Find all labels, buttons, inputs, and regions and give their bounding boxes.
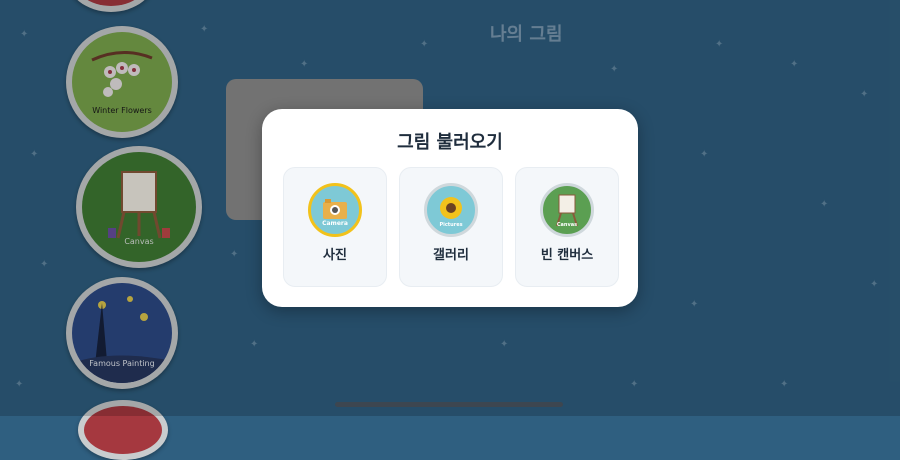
gallery-option-button[interactable]: Pictures 갤러리 xyxy=(399,167,503,287)
sunflower-icon: Pictures xyxy=(424,183,478,237)
home-indicator[interactable] xyxy=(335,402,563,407)
canvas-easel-icon: Canvas xyxy=(540,183,594,237)
sunflower-icon-caption: Pictures xyxy=(439,222,463,228)
blank-canvas-option-label: 빈 캔버스 xyxy=(540,248,594,263)
camera-icon-caption: Camera xyxy=(322,220,348,227)
photo-option-button[interactable]: Camera 사진 xyxy=(283,167,387,287)
camera-icon: Camera xyxy=(308,183,362,237)
load-drawing-dialog: 그림 불러오기 Camera 사진 Pictures 갤러리 Canvas 빈 … xyxy=(262,109,638,307)
dialog-title: 그림 불러오기 xyxy=(397,132,503,153)
blank-canvas-option-button[interactable]: Canvas 빈 캔버스 xyxy=(515,167,619,287)
canvas-icon-caption: Canvas xyxy=(556,222,578,228)
gallery-option-label: 갤러리 xyxy=(433,248,469,263)
photo-option-label: 사진 xyxy=(323,248,347,263)
